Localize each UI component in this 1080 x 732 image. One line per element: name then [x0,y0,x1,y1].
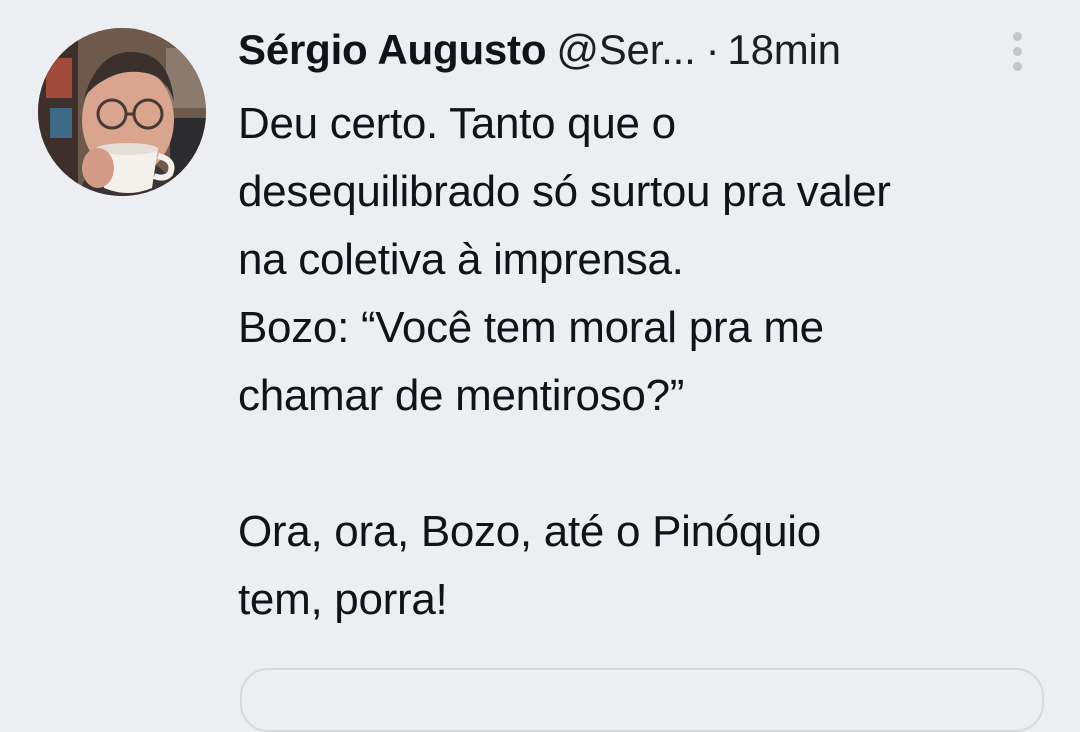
author-name[interactable]: Sérgio Augusto [238,22,547,78]
tweet-text-line: Ora, ora, Bozo, até o Pinóquio [238,507,821,556]
tweet-text-line: Bozo: “Você tem moral pra me [238,303,824,352]
profile-photo-icon [38,28,206,196]
tweet[interactable]: Sérgio Augusto @Ser... · 18min Deu certo… [0,0,1080,732]
tweet-text-line: desequilibrado só surtou pra valer [238,167,891,216]
timestamp[interactable]: 18min [727,22,841,78]
more-options-button[interactable] [1008,30,1028,74]
vertical-ellipsis-icon [1013,62,1022,71]
author-handle[interactable]: @Ser... [556,22,695,78]
vertical-ellipsis-icon [1013,47,1022,56]
tweet-text-line: na coletiva à imprensa. [238,235,684,284]
vertical-ellipsis-icon [1013,32,1022,41]
tweet-text-line: tem, porra! [238,575,448,624]
tweet-text: Deu certo. Tanto que o desequilibrado só… [238,90,1058,634]
embedded-card[interactable] [240,668,1044,732]
tweet-header: Sérgio Augusto @Ser... · 18min [238,22,998,82]
tweet-text-line: chamar de mentiroso?” [238,371,685,420]
tweet-text-line: Deu certo. Tanto que o [238,99,676,148]
separator-dot: · [705,26,720,73]
avatar[interactable] [38,28,206,196]
